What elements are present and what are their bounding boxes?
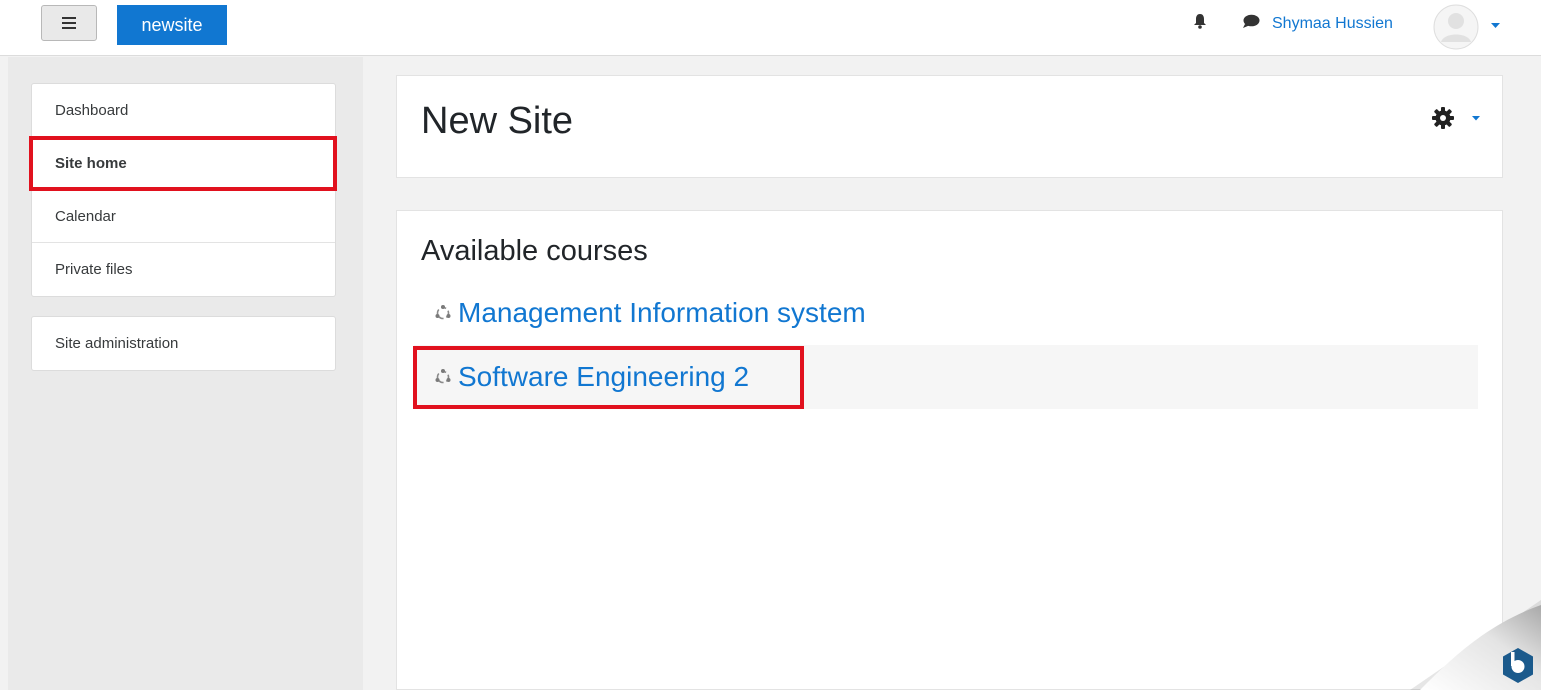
course-link[interactable]: Software Engineering 2 <box>458 361 749 393</box>
course-link[interactable]: Management Information system <box>458 297 866 329</box>
nav-item-calendar[interactable]: Calendar <box>32 190 335 243</box>
nav-item-dashboard[interactable]: Dashboard <box>32 84 335 137</box>
course-list-item: Software Engineering 2 <box>414 345 1478 409</box>
chevron-down-icon[interactable] <box>1491 23 1500 29</box>
chat-bubble-icon[interactable] <box>1242 14 1260 29</box>
nav-item-private-files[interactable]: Private files <box>32 243 335 296</box>
course-list-item: Management Information system <box>414 281 1478 345</box>
primary-nav: Dashboard Site home Calendar Private fil… <box>31 83 336 297</box>
bell-icon[interactable] <box>1193 13 1207 29</box>
menu-toggle-button[interactable] <box>41 5 97 41</box>
page-curl-logo <box>1410 600 1541 690</box>
hamburger-icon <box>62 17 76 29</box>
top-navbar: newsite Shymaa Hussien <box>0 0 1541 56</box>
page-title: New Site <box>421 100 574 142</box>
course-icon <box>434 368 452 386</box>
available-courses-card: Available courses Management Information… <box>396 210 1503 690</box>
gear-icon[interactable] <box>1432 107 1454 129</box>
page-header-card: New Site <box>396 75 1503 178</box>
admin-nav: Site administration <box>31 316 336 371</box>
course-icon <box>434 304 452 322</box>
site-brand-link[interactable]: newsite <box>117 5 227 45</box>
nav-item-site-home[interactable]: Site home <box>32 137 335 190</box>
user-avatar[interactable] <box>1433 4 1479 50</box>
nav-item-site-administration[interactable]: Site administration <box>32 317 335 370</box>
section-heading: Available courses <box>421 235 648 267</box>
chevron-down-icon[interactable] <box>1472 116 1480 121</box>
user-name-link[interactable]: Shymaa Hussien <box>1272 15 1393 33</box>
